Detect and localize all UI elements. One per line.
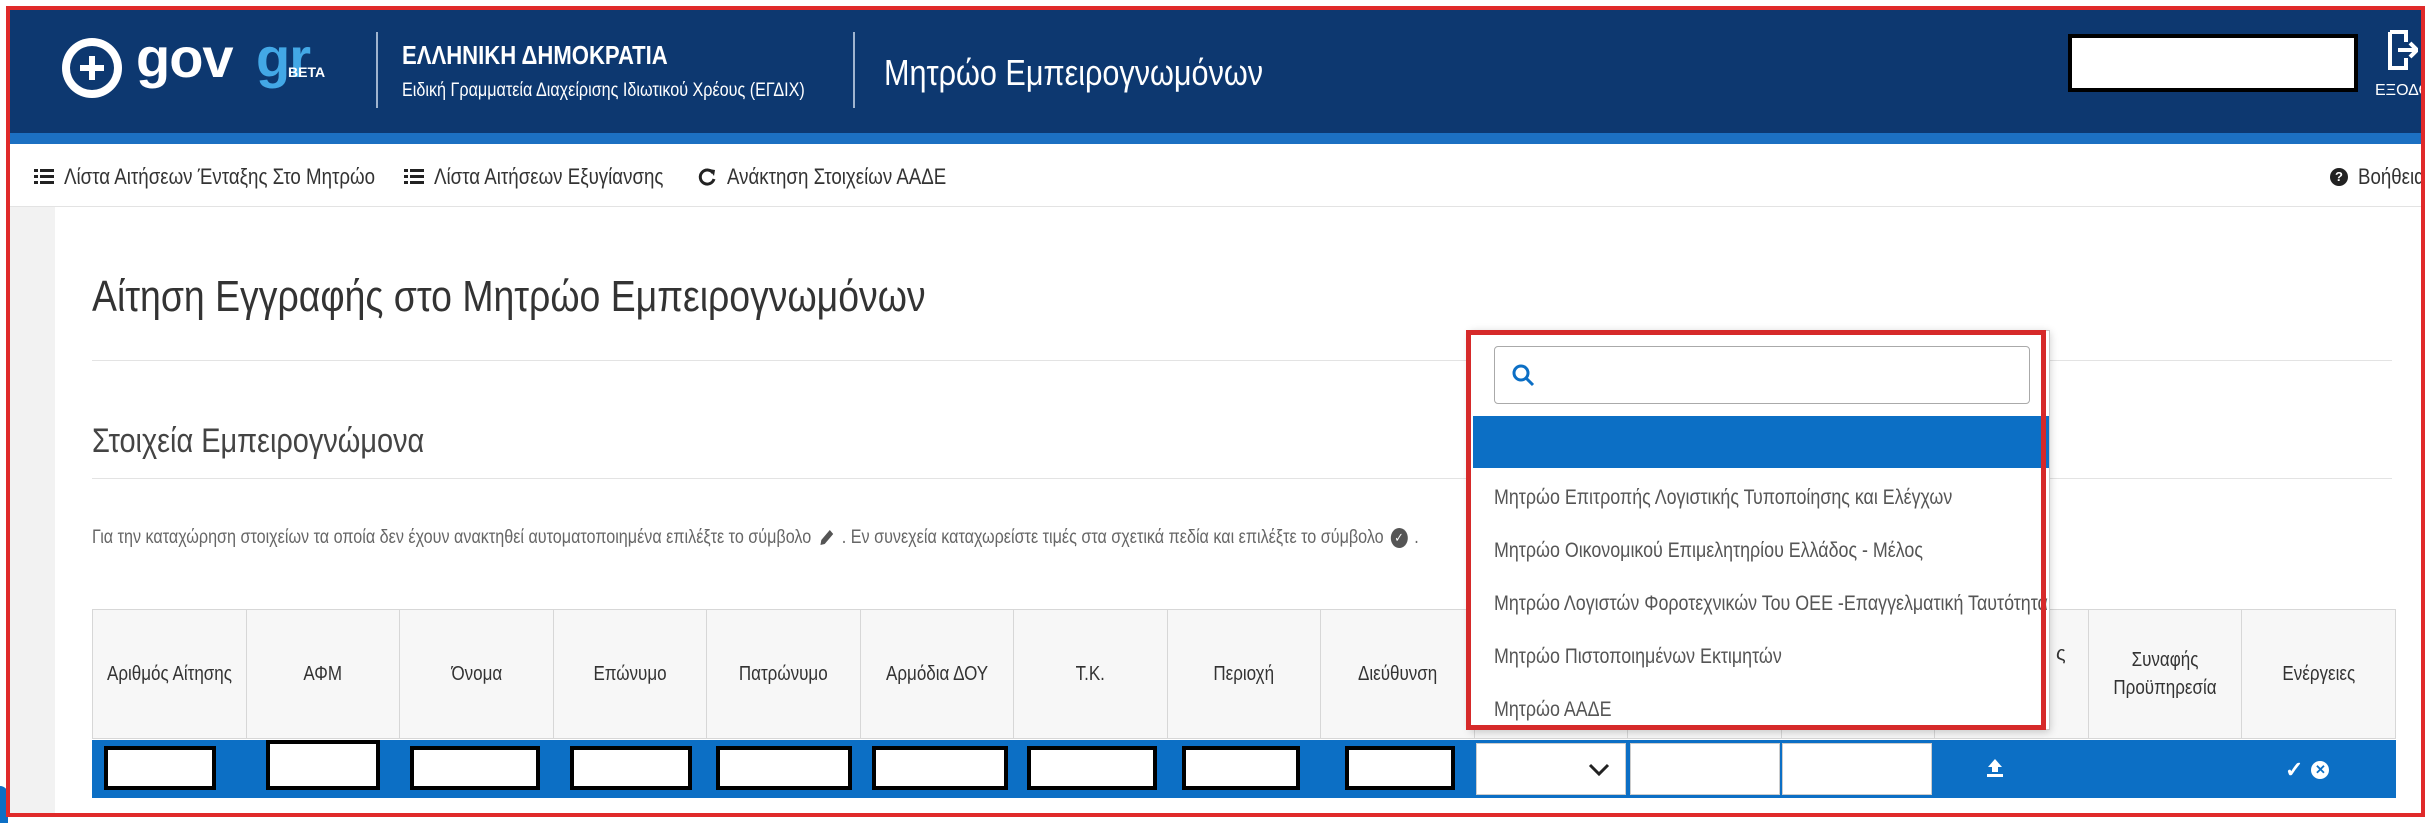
nav-item-membership-applications[interactable]: Λίστα Αιτήσεων Ένταξης Στο Μητρώο [34,164,430,190]
app-title: Μητρώο Εμπειρογνωμόνων [884,52,1264,93]
address-input[interactable] [1345,746,1455,790]
logout-label[interactable]: ΕΞΟΔΟΣ [2375,82,2433,100]
upload-icon[interactable] [1983,756,2007,780]
dropdown-option[interactable]: Μητρώο Επιτροπής Λογιστικής Τυποποίησης … [1494,486,1952,510]
column-header-address: Διεύθυνση [1320,609,1475,739]
side-tab[interactable] [0,786,8,823]
gov-subtitle: Ειδική Γραμματεία Διαχείρισης Ιδιωτικού … [402,80,805,101]
area-input[interactable] [1182,746,1300,790]
check-circle-icon: ✓ [1390,528,1408,548]
refresh-icon [698,168,716,186]
registry-select[interactable] [1476,743,1626,795]
confirm-check-icon[interactable]: ✓ [2285,757,2303,783]
column-header-afm: ΑΦΜ [246,609,400,739]
instructions-part1: Για την καταχώρηση στοιχείων τα οποία δε… [92,527,812,548]
greek-emblem-icon [62,38,122,98]
column-header-actions: Ενέργειες [2241,609,2396,739]
column-header-fragment: ς [2056,643,2066,665]
column-header-related-experience: Συναφής Προϋπηρεσία [2088,609,2242,739]
fathers-name-input[interactable] [716,746,852,790]
column-header-area: Περιοχή [1167,609,1321,739]
column-header-first-name: Όνομα [399,609,554,739]
application-number-redacted [104,746,216,790]
dropdown-option[interactable]: Μητρώο ΑΑΔΕ [1494,698,1611,722]
registry-date-input[interactable] [1782,743,1932,795]
logo-gov[interactable]: gov [136,30,234,86]
tax-office-input[interactable] [872,746,1008,790]
header-divider [376,32,378,108]
logo-beta-badge: BETA [288,64,326,80]
first-name-input[interactable] [410,746,540,790]
header-divider [853,32,855,108]
dropdown-option-highlighted-empty[interactable] [1473,416,2049,468]
row-actions: ✓ ✕ [2285,757,2330,783]
dropdown-option[interactable]: Μητρώο Πιστοποιημένων Εκτιμητών [1494,645,1782,669]
dropdown-search-input[interactable] [1494,346,2030,404]
column-header-last-name: Επώνυμο [553,609,707,739]
page-title: Αίτηση Εγγραφής στο Μητρώο Εμπειρογνωμόν… [92,272,926,321]
last-name-input[interactable] [570,746,692,790]
section-title: Στοιχεία Εμπειρογνώμονα [92,422,425,460]
help-label: Βοήθεια [2358,164,2425,189]
search-icon [1512,364,1535,387]
nav-item-label: Ανάκτηση Στοιχείων ΑΑΔΕ [727,164,947,189]
registry-number-input[interactable] [1630,743,1780,795]
help-link[interactable]: ? Βοήθεια [2330,164,2433,190]
postal-code-input[interactable] [1027,746,1157,790]
column-header-postal-code: Τ.Κ. [1013,609,1168,739]
nav-item-label: Λίστα Αιτήσεων Εξυγίανσης [434,164,664,189]
instructions-part3: . [1414,527,1419,548]
list-icon [404,169,424,185]
user-name-redacted [2068,34,2358,92]
instructions-text: Για την καταχώρηση στοιχείων τα οποία δε… [92,527,1419,549]
afm-redacted [266,740,380,790]
pencil-icon [820,530,834,545]
column-header-application-number: Αριθμός Αίτησης [92,609,247,739]
nav-item-label: Λίστα Αιτήσεων Ένταξης Στο Μητρώο [64,164,376,189]
column-header-fathers-name: Πατρώνυμο [706,609,861,739]
header-stripe [10,133,2423,144]
dropdown-option[interactable]: Μητρώο Λογιστών Φοροτεχνικών Του ΟΕΕ -Επ… [1494,592,2048,616]
nav-item-aade-retrieve[interactable]: Ανάκτηση Στοιχείων ΑΑΔΕ [697,164,985,190]
gov-title: ΕΛΛΗΝΙΚΗ ΔΗΜΟΚΡΑΤΙΑ [402,40,668,70]
question-circle-icon: ? [2330,168,2348,186]
instructions-part2: . Εν συνεχεία καταχωρείστε τιμές στα σχε… [841,527,1384,548]
nav-item-restructuring-applications[interactable]: Λίστα Αιτήσεων Εξυγίανσης [404,164,704,190]
logout-icon[interactable] [2386,28,2420,77]
dropdown-option[interactable]: Μητρώο Οικονομικού Επιμελητηρίου Ελλάδος… [1494,539,1923,563]
list-icon [34,169,54,185]
chevron-down-icon [1588,763,1610,777]
column-header-tax-office: Αρμόδια ΔΟΥ [860,609,1014,739]
cancel-x-icon[interactable]: ✕ [2311,761,2330,779]
